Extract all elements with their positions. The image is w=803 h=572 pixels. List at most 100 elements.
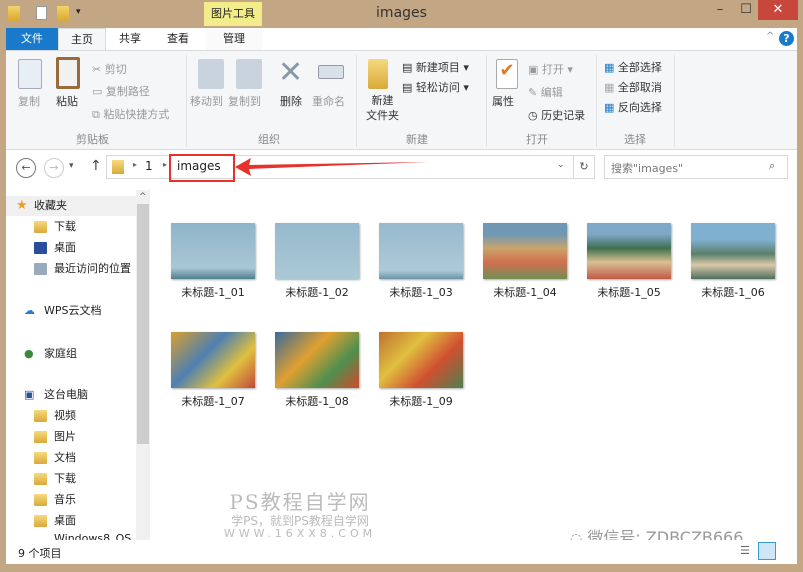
tab-home[interactable]: 主页 xyxy=(58,28,106,51)
nav-desktop-pc[interactable]: 桌面 xyxy=(6,511,136,531)
nav-recent[interactable]: 最近访问的位置 xyxy=(6,259,136,279)
nav-desktop[interactable]: 桌面 xyxy=(6,238,136,258)
file-name[interactable]: 未标题-1_07 xyxy=(161,393,265,409)
nav-label: Windows8_OS (C:) xyxy=(54,532,134,540)
nav-homegroup[interactable]: ● 家庭组 xyxy=(6,344,136,364)
select-none-button[interactable]: 全部取消 xyxy=(618,81,662,94)
new-folder-qa-icon[interactable] xyxy=(57,6,69,21)
nav-label: 图片 xyxy=(54,430,76,443)
file-thumbnail[interactable] xyxy=(379,223,463,279)
easy-access-button[interactable]: 轻松访问 xyxy=(416,81,460,94)
properties-qa-icon[interactable] xyxy=(36,6,47,20)
copy-path-button[interactable]: 复制路径 xyxy=(106,85,150,98)
paste-button[interactable]: 粘贴 xyxy=(56,93,78,109)
file-name[interactable]: 未标题-1_09 xyxy=(369,393,473,409)
nav-downloads-pc[interactable]: 下载 xyxy=(6,469,136,489)
copy-to-button[interactable]: 复制到 xyxy=(228,93,261,109)
file-name[interactable]: 未标题-1_01 xyxy=(161,284,265,300)
ribbon-tabs: 文件 主页 共享 查看 管理 ^ ? xyxy=(6,28,797,51)
scrollbar-thumb[interactable] xyxy=(137,204,149,444)
file-thumbnail[interactable] xyxy=(171,223,255,279)
address-input[interactable]: ▸ 1 ▸ images ⌄ xyxy=(106,154,574,182)
recent-locations-icon[interactable]: ▾ xyxy=(69,161,74,171)
up-button[interactable]: ↑ xyxy=(90,158,102,174)
search-icon[interactable]: ⌕ xyxy=(769,159,775,173)
breadcrumb-1[interactable]: 1 xyxy=(145,159,153,173)
file-thumbnail[interactable] xyxy=(379,332,463,388)
copy-to-icon xyxy=(236,59,262,89)
file-thumbnail[interactable] xyxy=(171,332,255,388)
details-view-button[interactable]: ☰ xyxy=(740,544,750,557)
nav-drive-c[interactable]: Windows8_OS (C:) xyxy=(6,530,134,540)
nav-documents[interactable]: 文档 xyxy=(6,448,136,468)
refresh-button[interactable]: ↻ xyxy=(573,155,595,179)
file-name[interactable]: 未标题-1_03 xyxy=(369,284,473,300)
file-list: PS教程自学网 学PS，就到PS教程自学网 WWW.16XX8.COM ◌ 微信… xyxy=(150,190,797,547)
tab-view[interactable]: 查看 xyxy=(154,28,202,50)
breadcrumb-current[interactable]: images xyxy=(177,159,221,173)
window-title: images xyxy=(376,5,427,21)
properties-icon: ✔ xyxy=(496,59,518,89)
nav-favorites[interactable]: ★ 收藏夹 xyxy=(6,196,136,216)
file-name[interactable]: 未标题-1_04 xyxy=(473,284,577,300)
edit-button[interactable]: 编辑 xyxy=(541,86,563,99)
search-placeholder: 搜索"images" xyxy=(611,162,684,175)
file-thumbnail[interactable] xyxy=(587,223,671,279)
nav-wps-cloud[interactable]: ☁ WPS云文档 xyxy=(6,301,136,321)
tab-manage[interactable]: 管理 xyxy=(206,28,262,50)
file-name[interactable]: 未标题-1_02 xyxy=(265,284,369,300)
large-icons-view-button[interactable] xyxy=(758,542,776,560)
nav-label: 桌面 xyxy=(54,514,76,527)
file-name[interactable]: 未标题-1_06 xyxy=(681,284,785,300)
file-thumbnail[interactable] xyxy=(275,223,359,279)
back-button[interactable]: ← xyxy=(16,158,36,178)
rename-button[interactable]: 重命名 xyxy=(312,93,345,109)
cloud-icon: ☁ xyxy=(24,304,35,317)
collapse-ribbon-icon[interactable]: ^ xyxy=(766,31,774,42)
tab-share[interactable]: 共享 xyxy=(106,28,154,50)
properties-button[interactable]: 属性 xyxy=(492,93,514,109)
nav-downloads[interactable]: 下载 xyxy=(6,217,136,237)
new-folder-label-2: 文件夹 xyxy=(366,109,399,122)
maximize-button[interactable]: ☐ xyxy=(732,0,760,20)
nav-label: WPS云文档 xyxy=(44,304,102,317)
search-input[interactable]: 搜索"images" ⌕ xyxy=(604,155,788,179)
select-all-button[interactable]: 全部选择 xyxy=(618,61,662,74)
folder-icon xyxy=(112,160,124,174)
new-folder-button[interactable]: 新建 文件夹 xyxy=(366,93,399,123)
move-to-button[interactable]: 移动到 xyxy=(190,93,223,109)
file-thumbnail[interactable] xyxy=(483,223,567,279)
nav-pictures[interactable]: 图片 xyxy=(6,427,136,447)
nav-this-pc[interactable]: ▣ 这台电脑 xyxy=(6,385,136,405)
copy-button[interactable]: 复制 xyxy=(18,93,40,109)
history-button[interactable]: 历史记录 xyxy=(541,109,585,122)
file-thumbnail[interactable] xyxy=(275,332,359,388)
nav-label: 视频 xyxy=(54,409,76,422)
file-name[interactable]: 未标题-1_08 xyxy=(265,393,369,409)
paste-shortcut-button[interactable]: 粘贴快捷方式 xyxy=(103,108,169,121)
watermark-line1: PS教程自学网 xyxy=(229,490,371,514)
forward-button[interactable]: → xyxy=(44,158,64,178)
homegroup-icon: ● xyxy=(24,347,34,360)
navigation-pane: ★ 收藏夹 下载 桌面 最近访问的位置 ☁ WPS云文档 ● 家庭组 ▣ 这台电脑 视频… xyxy=(6,190,150,540)
cut-button[interactable]: 剪切 xyxy=(105,63,127,76)
tab-file[interactable]: 文件 xyxy=(6,28,58,50)
nav-music[interactable]: 音乐 xyxy=(6,490,136,510)
file-thumbnail[interactable] xyxy=(691,223,775,279)
item-count: 9 个项目 xyxy=(18,547,62,560)
nav-videos[interactable]: 视频 xyxy=(6,406,136,426)
qa-dropdown-icon[interactable]: ▾ xyxy=(76,7,81,17)
file-name[interactable]: 未标题-1_05 xyxy=(577,284,681,300)
help-icon[interactable]: ? xyxy=(779,31,794,46)
open-button[interactable]: 打开 xyxy=(542,63,564,76)
invert-selection-button[interactable]: 反向选择 xyxy=(618,101,662,114)
minimize-button[interactable]: – xyxy=(706,0,734,20)
nav-label: 这台电脑 xyxy=(44,388,88,401)
new-item-button[interactable]: 新建项目 xyxy=(416,61,460,74)
nav-label: 最近访问的位置 xyxy=(54,262,131,275)
address-dropdown-icon[interactable]: ⌄ xyxy=(557,160,565,170)
ribbon: 复制 粘贴 ✂ 剪切 ▭ 复制路径 ⧉ 粘贴快捷方式 剪贴板 移动到 复制到 ✕… xyxy=(6,50,797,150)
delete-button[interactable]: 删除 xyxy=(280,93,302,109)
nav-scrollbar[interactable]: ^ xyxy=(136,190,150,540)
close-button[interactable]: ✕ xyxy=(758,0,798,20)
